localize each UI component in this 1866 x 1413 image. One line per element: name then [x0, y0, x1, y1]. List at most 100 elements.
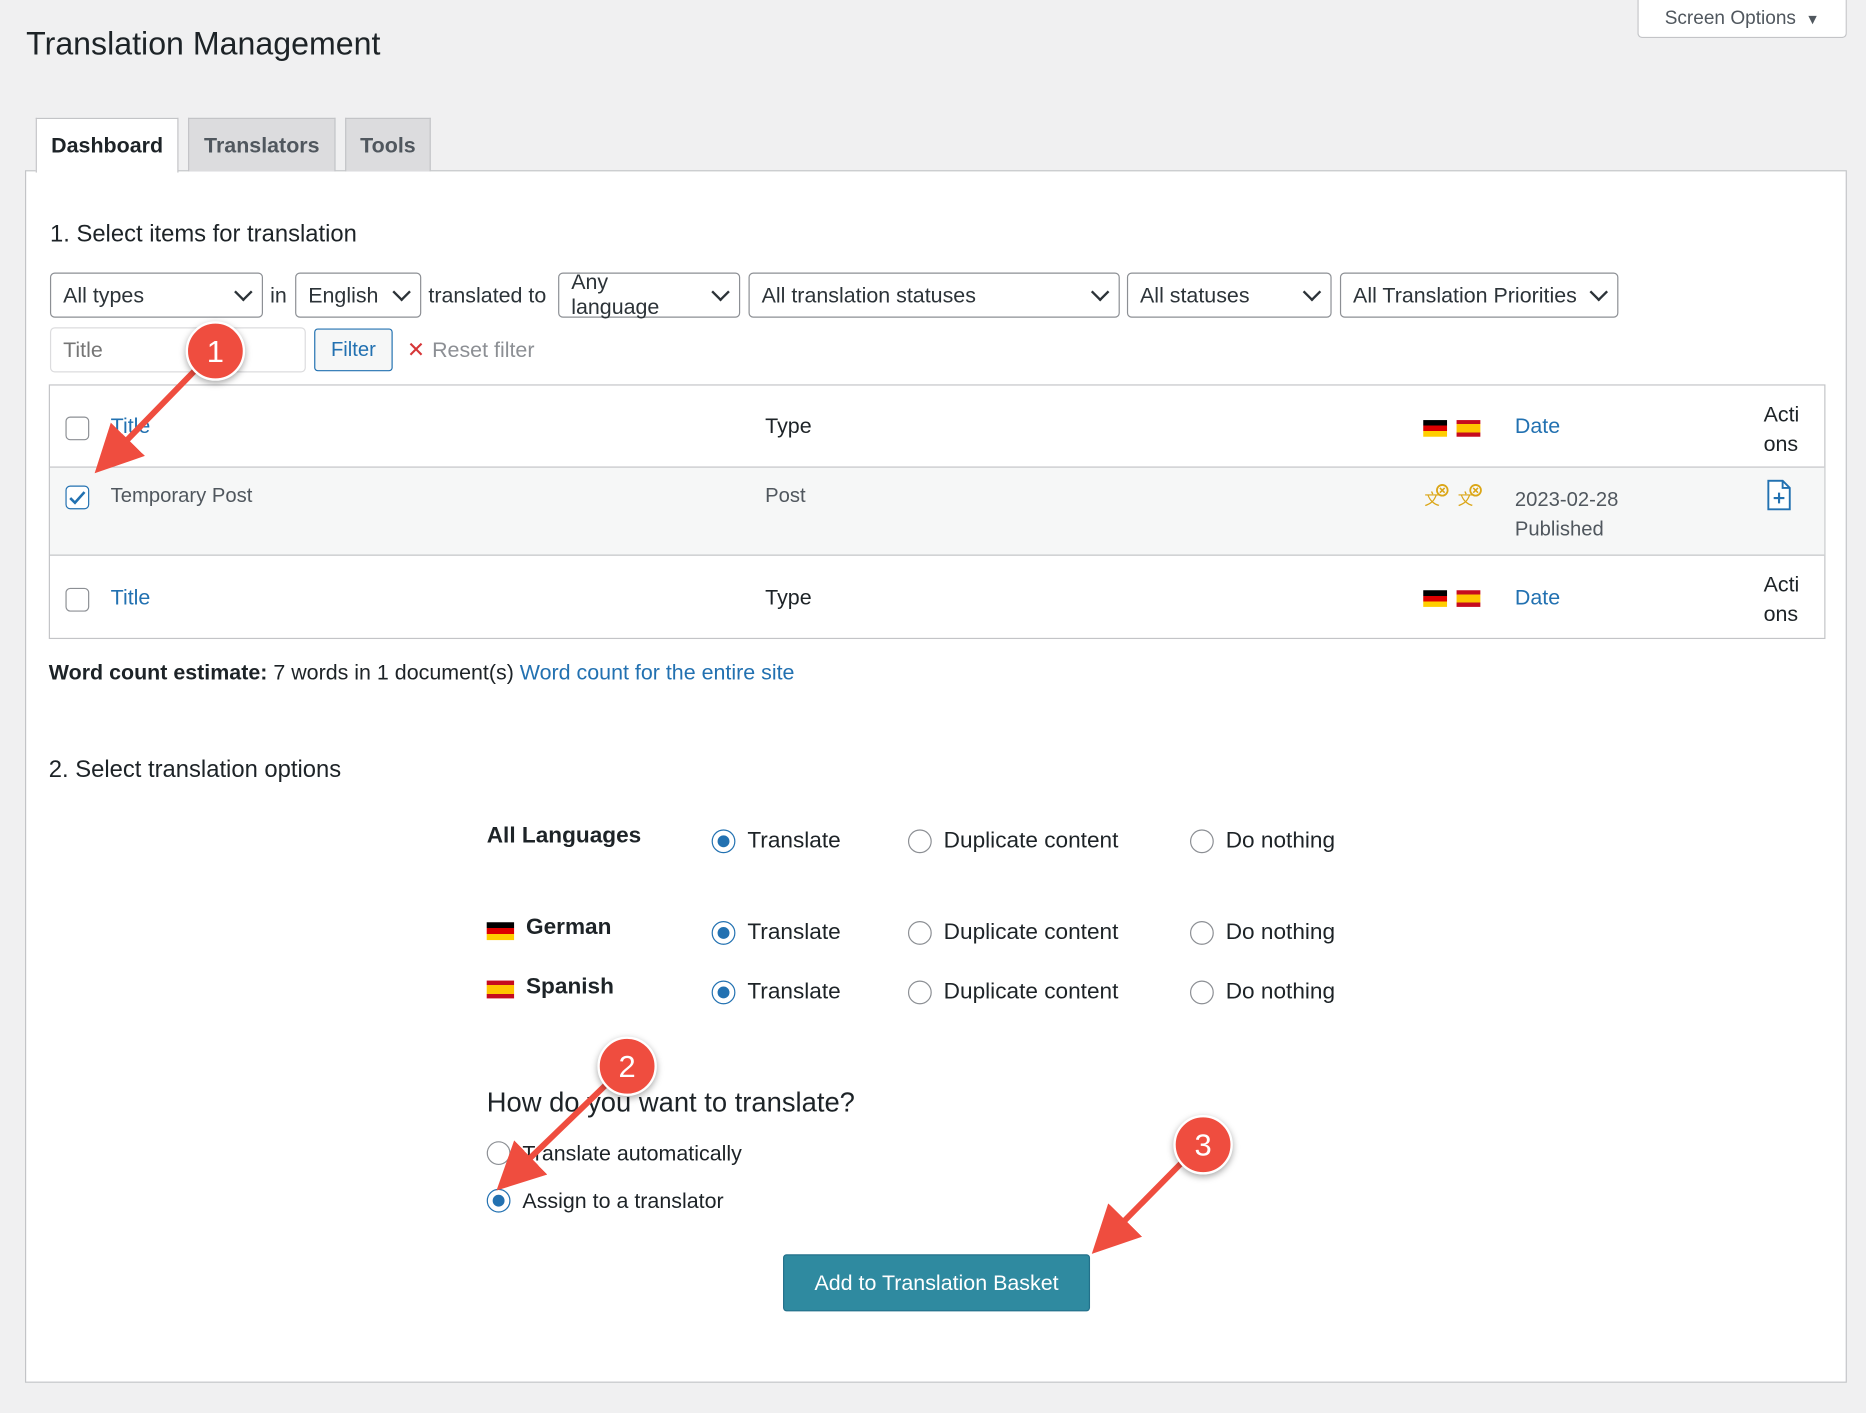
actions-header-line: Acti — [1763, 402, 1800, 427]
spanish-do-nothing-radio[interactable] — [1190, 980, 1214, 1005]
tab-translators[interactable]: Translators — [188, 117, 336, 172]
row-date-value: 2023-02-28 — [1514, 487, 1619, 511]
how-to-translate-heading: How do you want to translate? — [486, 1086, 855, 1118]
row-title[interactable]: Temporary Post — [111, 484, 253, 508]
page-title: Translation Management — [26, 26, 381, 62]
screen-options-button[interactable]: Screen Options ▼ — [1637, 0, 1847, 39]
close-icon: ✕ — [406, 337, 425, 362]
spanish-translate-radio[interactable] — [711, 980, 736, 1005]
chevron-down-icon — [234, 282, 253, 302]
in-label: in — [270, 283, 287, 308]
german-flag-icon — [1423, 420, 1448, 437]
translate-automatically-radio[interactable] — [486, 1141, 511, 1166]
source-language-select[interactable]: English — [295, 272, 422, 318]
annotation-badge-1: 1 — [185, 321, 246, 381]
duplicate-option-label: Duplicate content — [943, 828, 1119, 854]
actions-column-header: Acti ons — [1764, 400, 1800, 460]
select-all-checkbox[interactable] — [65, 416, 90, 441]
title-column-footer[interactable]: Title — [111, 585, 151, 610]
annotation-badge-3: 3 — [1173, 1115, 1233, 1175]
duplicate-option-label: Duplicate content — [943, 919, 1119, 945]
word-count-entire-site-link[interactable]: Word count for the entire site — [520, 660, 795, 684]
screen-options-label: Screen Options — [1664, 7, 1796, 28]
actions-column-footer: Acti ons — [1764, 570, 1800, 630]
actions-header-line: Acti — [1763, 572, 1800, 597]
status-select[interactable]: All statuses — [1126, 272, 1332, 318]
german-do-nothing-radio[interactable] — [1190, 921, 1214, 945]
add-to-translation-basket-button[interactable]: Add to Translation Basket — [783, 1254, 1091, 1312]
reset-filter-link[interactable]: ✕ Reset filter — [407, 338, 534, 363]
spanish-flag-icon — [1456, 590, 1481, 607]
add-document-icon[interactable] — [1766, 479, 1792, 511]
row-checkbox[interactable] — [65, 485, 90, 510]
select-all-checkbox-footer[interactable] — [65, 587, 90, 612]
german-translate-radio[interactable] — [711, 921, 736, 945]
translation-needed-icon[interactable]: 文 — [1457, 483, 1483, 509]
translation-needed-icon[interactable]: 文 — [1423, 483, 1449, 509]
word-count-label: Word count estimate: — [48, 660, 268, 685]
all-languages-translate-radio[interactable] — [711, 829, 736, 854]
do-nothing-option-label: Do nothing — [1225, 828, 1336, 854]
spanish-flag-icon — [486, 980, 515, 999]
tab-tools[interactable]: Tools — [345, 117, 431, 172]
target-language-select[interactable]: Any language — [558, 270, 741, 319]
tab-dashboard[interactable]: Dashboard — [35, 117, 179, 173]
assign-translator-radio[interactable] — [486, 1188, 511, 1213]
do-nothing-option-label: Do nothing — [1225, 979, 1336, 1005]
chevron-down-icon — [1090, 282, 1110, 302]
assign-translator-label: Assign to a translator — [522, 1188, 724, 1213]
translate-automatically-label: Translate automatically — [522, 1141, 742, 1166]
duplicate-option-label: Duplicate content — [943, 979, 1119, 1005]
german-flag-icon — [486, 922, 515, 941]
tab-label: Dashboard — [51, 133, 164, 158]
date-column-footer[interactable]: Date — [1515, 585, 1560, 610]
title-search-input[interactable] — [49, 327, 306, 373]
priority-select[interactable]: All Translation Priorities — [1339, 272, 1619, 318]
german-label: German — [525, 915, 612, 941]
section-translation-options-heading: 2. Select translation options — [48, 756, 342, 784]
section-select-items-heading: 1. Select items for translation — [49, 221, 357, 248]
reset-filter-label: Reset filter — [432, 337, 535, 362]
type-column-footer: Type — [765, 585, 812, 610]
spanish-duplicate-radio[interactable] — [907, 980, 932, 1005]
do-nothing-option-label: Do nothing — [1225, 919, 1336, 945]
row-date: 2023-02-28 Published — [1515, 484, 1618, 544]
type-select[interactable]: All types — [49, 272, 263, 318]
chevron-down-icon — [711, 282, 730, 302]
select-value: All Translation Priorities — [1353, 282, 1577, 307]
translated-to-label: translated to — [428, 283, 547, 308]
translation-status-select[interactable]: All translation statuses — [748, 272, 1120, 318]
filter-button[interactable]: Filter — [314, 328, 393, 372]
date-column-header[interactable]: Date — [1515, 414, 1560, 439]
word-count-value: 7 words in 1 document(s) — [273, 660, 514, 685]
actions-header-line: ons — [1763, 431, 1799, 456]
all-languages-do-nothing-radio[interactable] — [1190, 829, 1214, 854]
translate-option-label: Translate — [747, 919, 841, 945]
chevron-down-icon — [1302, 282, 1322, 302]
annotation-badge-2: 2 — [597, 1036, 657, 1096]
caret-down-icon: ▼ — [1805, 10, 1820, 27]
word-count-estimate: Word count estimate: 7 words in 1 docume… — [49, 660, 795, 685]
spanish-flag-icon — [1456, 420, 1481, 437]
select-value: All translation statuses — [761, 282, 976, 307]
row-type: Post — [765, 484, 806, 507]
row-status: Published — [1514, 517, 1604, 541]
select-value: All statuses — [1140, 282, 1250, 307]
select-value: All types — [63, 282, 145, 307]
spanish-label: Spanish — [525, 974, 614, 1000]
type-column-header: Type — [765, 414, 812, 438]
chevron-down-icon — [1589, 282, 1609, 302]
all-languages-label: All Languages — [486, 823, 642, 849]
german-flag-icon — [1423, 590, 1448, 607]
tab-label: Translators — [204, 132, 320, 157]
all-languages-duplicate-radio[interactable] — [907, 829, 932, 854]
title-column-header[interactable]: Title — [111, 414, 151, 439]
select-value: English — [308, 282, 379, 307]
select-value: Any language — [571, 270, 660, 319]
translate-option-label: Translate — [747, 828, 841, 854]
german-duplicate-radio[interactable] — [907, 921, 932, 945]
chevron-down-icon — [392, 282, 411, 302]
translate-option-label: Translate — [747, 979, 841, 1005]
checkmark-icon — [69, 491, 86, 505]
actions-header-line: ons — [1763, 602, 1799, 626]
